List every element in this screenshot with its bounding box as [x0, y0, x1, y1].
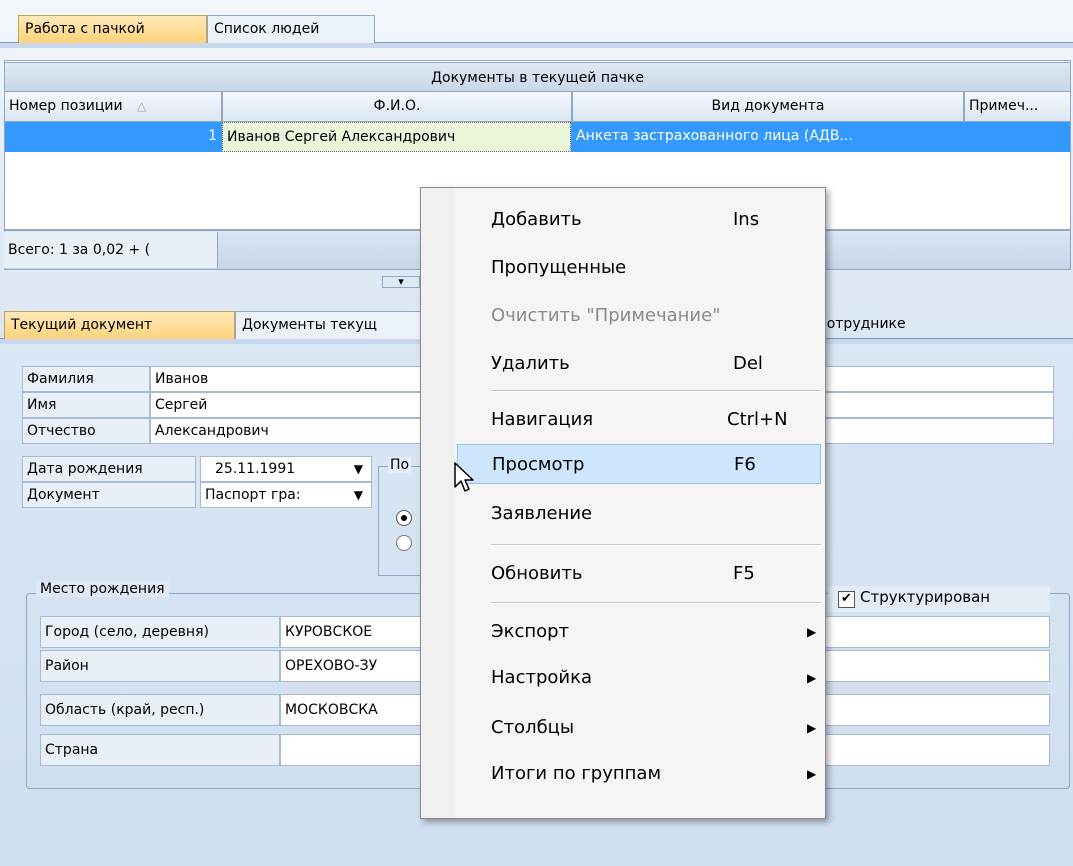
- menu-icon-gutter: [421, 188, 455, 818]
- menu-separator: [491, 390, 821, 392]
- menu-item-group-totals[interactable]: Итоги по группам ▶: [457, 754, 821, 794]
- menu-item-label: Просмотр: [492, 454, 585, 475]
- menu-item-label: Обновить: [491, 563, 583, 584]
- birthplace-legend: Место рождения: [36, 581, 169, 597]
- submenu-arrow-icon: ▶: [807, 671, 817, 685]
- menu-item-label: Очистить "Примечание": [491, 305, 721, 326]
- birthplace-region-label: Область (край, респ.): [40, 694, 280, 726]
- column-header-fio[interactable]: Ф.И.О.: [222, 92, 572, 122]
- tab-current-document[interactable]: Текущий документ: [4, 311, 235, 339]
- submenu-arrow-icon: ▶: [807, 625, 817, 639]
- context-menu: Добавить Ins Пропущенные Очистить "Приме…: [420, 187, 826, 819]
- structured-label: Структурирован: [860, 588, 991, 606]
- menu-item-add[interactable]: Добавить Ins: [457, 200, 821, 240]
- document-label: Документ: [22, 482, 196, 508]
- menu-separator: [491, 544, 821, 546]
- menu-item-delete[interactable]: Удалить Del: [457, 344, 821, 384]
- menu-item-columns[interactable]: Столбцы ▶: [457, 708, 821, 748]
- document-value: Паспорт гра:: [205, 487, 301, 503]
- submenu-arrow-icon: ▶: [807, 767, 817, 781]
- structured-checkbox-group[interactable]: ✔ Структурирован: [828, 586, 1050, 612]
- radio-dot-icon: [401, 515, 407, 521]
- menu-item-shortcut: Del: [733, 353, 763, 374]
- menu-item-label: Настройка: [491, 667, 592, 688]
- menu-item-shortcut: F6: [734, 454, 756, 475]
- birthplace-country-label: Страна: [40, 734, 280, 766]
- menu-item-skipped[interactable]: Пропущенные: [457, 248, 821, 288]
- menu-item-label: Удалить: [491, 353, 570, 374]
- menu-item-label: Столбцы: [491, 717, 575, 738]
- birthplace-district-label: Район: [40, 650, 280, 682]
- menu-item-settings[interactable]: Настройка ▶: [457, 658, 821, 698]
- surname-label: Фамилия: [22, 366, 150, 392]
- grid-footer-summary: Всего: 1 за 0,02 + (: [4, 232, 218, 268]
- menu-item-label: Добавить: [491, 209, 582, 230]
- menu-item-shortcut: Ctrl+N: [727, 409, 788, 430]
- menu-item-label: Навигация: [491, 409, 594, 430]
- menu-item-shortcut: F5: [733, 563, 755, 584]
- tab-work-with-batch[interactable]: Работа с пачкой: [18, 15, 207, 43]
- patronymic-label: Отчество: [22, 418, 150, 444]
- chevron-down-icon[interactable]: ▼: [354, 483, 363, 507]
- splitter-toggle[interactable]: ▾: [382, 276, 420, 288]
- menu-item-navigation[interactable]: Навигация Ctrl+N: [457, 400, 821, 440]
- birth-date-picker[interactable]: 25.11.1991 ▼: [200, 456, 372, 482]
- checkbox-checked-icon[interactable]: ✔: [838, 591, 855, 608]
- mouse-pointer-icon: [454, 462, 474, 492]
- birth-date-value: 25.11.1991: [215, 461, 296, 477]
- menu-item-label: Итоги по группам: [491, 763, 662, 784]
- menu-item-export[interactable]: Экспорт ▶: [457, 612, 821, 652]
- gender-groupbox-title: По: [388, 457, 412, 473]
- radio-option-1[interactable]: [396, 510, 412, 526]
- menu-item-view[interactable]: Просмотр F6: [457, 444, 821, 484]
- grid-title: Документы в текущей пачке: [4, 62, 1071, 92]
- column-header-position[interactable]: Номер позиции △: [4, 92, 222, 122]
- menu-separator: [491, 602, 821, 604]
- column-header-note[interactable]: Примеч...: [964, 92, 1071, 122]
- tab-people-list[interactable]: Список людей: [207, 15, 375, 43]
- menu-item-label: Пропущенные: [491, 257, 627, 278]
- birthplace-city-label: Город (село, деревня): [40, 616, 280, 648]
- chevron-down-icon[interactable]: ▼: [354, 457, 363, 481]
- menu-item-label: Заявление: [491, 503, 593, 524]
- chevron-down-icon: ▾: [398, 275, 404, 288]
- name-label: Имя: [22, 392, 150, 418]
- row-cell-doc-type[interactable]: Анкета застрахованного лица (АДВ...: [572, 122, 963, 152]
- menu-item-refresh[interactable]: Обновить F5: [457, 554, 821, 594]
- tab-batch-documents[interactable]: Документы текущ: [235, 311, 425, 339]
- menu-item-application[interactable]: Заявление: [457, 494, 821, 534]
- birth-date-label: Дата рождения: [22, 456, 196, 482]
- sort-asc-icon: △: [137, 99, 147, 113]
- document-select[interactable]: Паспорт гра: ▼: [200, 482, 372, 508]
- submenu-arrow-icon: ▶: [807, 721, 817, 735]
- row-cell-note[interactable]: [964, 122, 1070, 152]
- row-cell-fio[interactable]: Иванов Сергей Александрович: [222, 122, 571, 152]
- row-cell-position[interactable]: 1: [5, 122, 221, 152]
- menu-item-shortcut: Ins: [733, 209, 760, 230]
- radio-option-2[interactable]: [396, 535, 412, 551]
- menu-item-clear-note: Очистить "Примечание": [457, 296, 821, 336]
- column-header-label: Номер позиции: [9, 98, 123, 114]
- menu-item-label: Экспорт: [491, 621, 570, 642]
- column-header-doc-type[interactable]: Вид документа: [572, 92, 964, 122]
